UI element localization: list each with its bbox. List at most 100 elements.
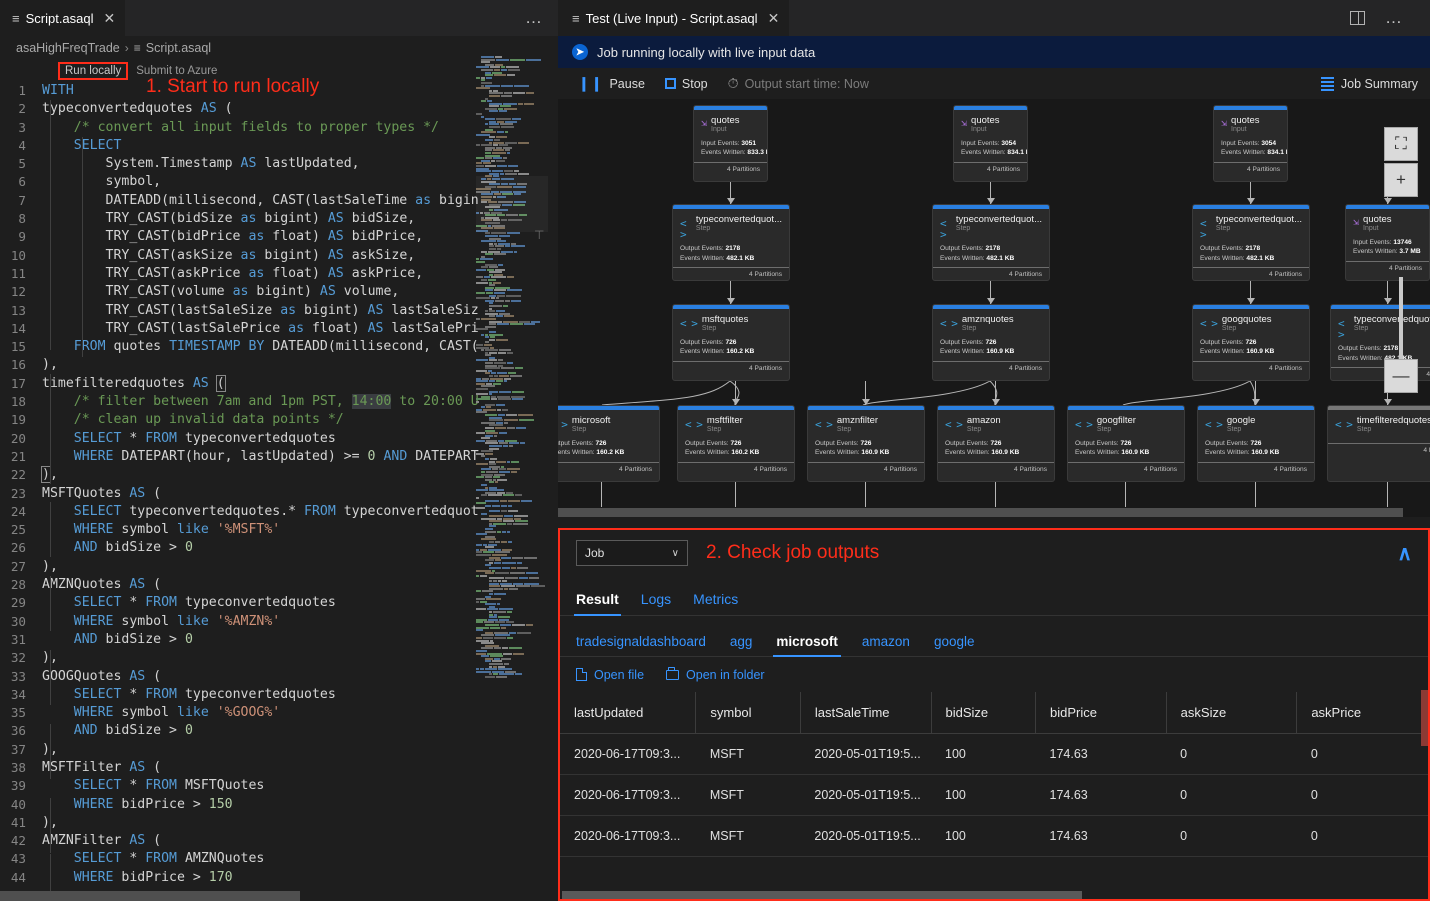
code-line[interactable]: 29 SELECT * FROM typeconvertedquotes xyxy=(0,594,558,612)
code-line[interactable]: 26 AND bidSize > 0 xyxy=(0,539,558,557)
code-line[interactable]: 34 SELECT * FROM typeconvertedquotes xyxy=(0,686,558,704)
code-line[interactable]: 7 DATEADD(millisecond, CAST(lastSaleTime… xyxy=(0,192,558,210)
code-line[interactable]: 17timefilteredquotes AS ( xyxy=(0,375,558,393)
code-line[interactable]: 44 WHERE bidPrice > 170 xyxy=(0,869,558,887)
pane-more-actions-button[interactable]: … xyxy=(1371,8,1418,28)
code-line[interactable]: 25 WHERE symbol like '%MSFT%' xyxy=(0,521,558,539)
code-line[interactable]: 43 SELECT * FROM AMZNQuotes xyxy=(0,850,558,868)
code-line[interactable]: 4 SELECT xyxy=(0,137,558,155)
code-line[interactable]: 32), xyxy=(0,649,558,667)
code-line[interactable]: 33GOOGQuotes AS ( xyxy=(0,668,558,686)
code-line[interactable]: 10 TRY_CAST(askSize as bigint) AS askSiz… xyxy=(0,247,558,265)
code-line[interactable]: 39 SELECT * FROM MSFTQuotes xyxy=(0,777,558,795)
tab-test-live-input[interactable]: ≡ Test (Live Input) - Script.asaql ✕ xyxy=(558,0,789,36)
code-editor[interactable]: 1WITH2typeconvertedquotes AS (3 /* conve… xyxy=(0,82,558,887)
column-header-bidsize[interactable]: bidSize xyxy=(931,692,1036,734)
editor-minimap[interactable]: ⊤ xyxy=(476,56,548,896)
code-line[interactable]: 38MSFTFilter AS ( xyxy=(0,759,558,777)
code-line[interactable]: 20 SELECT * FROM typeconvertedquotes xyxy=(0,430,558,448)
code-line[interactable]: 30 WHERE symbol like '%AMZN%' xyxy=(0,613,558,631)
code-line[interactable]: 24 SELECT typeconvertedquotes.* FROM typ… xyxy=(0,503,558,521)
fit-to-screen-button[interactable]: ⛶ xyxy=(1384,127,1418,161)
results-vertical-scrollbar[interactable] xyxy=(1421,690,1428,746)
diagram-node-quotes[interactable]: ⇲quotesInputInput Events: 3051Events Wri… xyxy=(693,105,768,182)
stop-button[interactable]: Stop xyxy=(657,75,716,93)
code-line[interactable]: 37), xyxy=(0,741,558,759)
close-icon[interactable]: ✕ xyxy=(104,11,116,25)
diagram-node-amazon[interactable]: < >amazonStepOutput Events: 726Events Wr… xyxy=(937,405,1055,482)
code-line[interactable]: 36 AND bidSize > 0 xyxy=(0,722,558,740)
code-line[interactable]: 41), xyxy=(0,814,558,832)
job-diagram[interactable]: < >timefilteredquotesStep4 Pa< >googleSt… xyxy=(558,99,1430,517)
code-line[interactable]: 6 symbol, xyxy=(0,173,558,191)
diagram-node-quotes[interactable]: ⇲quotesInputInput Events: 3054Events Wri… xyxy=(953,105,1028,182)
minimap-drag-handle[interactable]: ⊤ xyxy=(534,228,548,242)
editor-more-actions-button[interactable]: … xyxy=(511,0,558,36)
diagram-node-amznquotes[interactable]: < >amznquotesStepOutput Events: 726Event… xyxy=(932,304,1050,381)
code-line[interactable]: 21 WHERE DATEPART(hour, lastUpdated) >= … xyxy=(0,448,558,466)
output-tab-google[interactable]: google xyxy=(934,634,975,656)
diagram-node-msftfilter[interactable]: < >msftfilterStepOutput Events: 726Event… xyxy=(677,405,795,482)
results-tab-metrics[interactable]: Metrics xyxy=(693,591,738,615)
job-summary-button[interactable]: Job Summary xyxy=(1321,77,1418,91)
breadcrumb-root[interactable]: asaHighFreqTrade xyxy=(16,41,120,55)
column-header-symbol[interactable]: symbol xyxy=(696,692,801,734)
breadcrumb-file[interactable]: Script.asaql xyxy=(146,41,211,55)
column-header-askprice[interactable]: askPrice xyxy=(1297,692,1428,734)
code-line[interactable]: 31 AND bidSize > 0 xyxy=(0,631,558,649)
table-row[interactable]: 2020-06-17T09:3...MSFT2020-05-01T19:5...… xyxy=(560,775,1428,816)
close-icon[interactable]: ✕ xyxy=(768,11,780,25)
diagram-node-amznfilter[interactable]: < >amznfilterStepOutput Events: 726Event… xyxy=(807,405,925,482)
code-line[interactable]: 22), xyxy=(0,466,558,484)
code-line[interactable]: 18 /* filter between 7am and 1pm PST, 14… xyxy=(0,393,558,411)
code-line[interactable]: 3 /* convert all input fields to proper … xyxy=(0,119,558,137)
diagram-node-quotes[interactable]: ⇲quotesInputInput Events: 3054Events Wri… xyxy=(1213,105,1288,182)
diagram-node-google[interactable]: < >googleStepOutput Events: 726Events Wr… xyxy=(1197,405,1315,482)
code-line[interactable]: 2typeconvertedquotes AS ( xyxy=(0,100,558,118)
code-line[interactable]: 16), xyxy=(0,356,558,374)
code-line[interactable]: 28AMZNQuotes AS ( xyxy=(0,576,558,594)
diagram-horizontal-scrollbar[interactable] xyxy=(558,508,1430,517)
code-line[interactable]: 42AMZNFilter AS ( xyxy=(0,832,558,850)
scrollbar-thumb[interactable] xyxy=(0,891,300,901)
code-line[interactable]: 19 /* clean up invalid data points */ xyxy=(0,411,558,429)
code-line[interactable]: 11 TRY_CAST(askPrice as float) AS askPri… xyxy=(0,265,558,283)
diagram-node-googfilter[interactable]: < >googfilterStepOutput Events: 726Event… xyxy=(1067,405,1185,482)
collapse-panel-button[interactable]: ∧ xyxy=(1397,541,1412,566)
results-horizontal-scrollbar[interactable] xyxy=(560,891,1428,899)
results-tab-result[interactable]: Result xyxy=(576,591,619,615)
output-start-time-button[interactable]: ⏱ Output start time: Now xyxy=(720,73,877,94)
code-line[interactable]: 8 TRY_CAST(bidSize as bigint) AS bidSize… xyxy=(0,210,558,228)
diagram-node-typeconvertedquot[interactable]: < >typeconvertedquot...StepOutput Events… xyxy=(672,204,790,281)
output-tab-amazon[interactable]: amazon xyxy=(862,634,910,656)
code-line[interactable]: 9 TRY_CAST(bidPrice as float) AS bidPric… xyxy=(0,228,558,246)
diagram-node-quotes[interactable]: ⇲quotesInputInput Events: 13746Events Wr… xyxy=(1345,204,1430,281)
run-locally-codelens-button[interactable]: Run locally xyxy=(58,62,128,80)
diagram-node-msftquotes[interactable]: < >msftquotesStepOutput Events: 726Event… xyxy=(672,304,790,381)
open-file-button[interactable]: Open file xyxy=(576,668,644,682)
code-line[interactable]: 40 WHERE bidPrice > 150 xyxy=(0,796,558,814)
code-line[interactable]: 27), xyxy=(0,558,558,576)
scope-select[interactable]: Job ∨ xyxy=(576,540,688,566)
output-tab-tradesignaldashboard[interactable]: tradesignaldashboard xyxy=(576,634,706,656)
code-line[interactable]: 13 TRY_CAST(lastSaleSize as bigint) AS l… xyxy=(0,302,558,320)
diagram-node-microsoft[interactable]: < >microsoftStepOutput Events: 726Events… xyxy=(558,405,660,482)
column-header-bidprice[interactable]: bidPrice xyxy=(1036,692,1167,734)
code-line[interactable]: 23MSFTQuotes AS ( xyxy=(0,485,558,503)
diagram-node-typeconvertedquot[interactable]: < >typeconvertedquot...StepOutput Events… xyxy=(932,204,1050,281)
table-row[interactable]: 2020-06-17T09:3...MSFT2020-05-01T19:5...… xyxy=(560,734,1428,775)
code-line[interactable]: 12 TRY_CAST(volume as bigint) AS volume, xyxy=(0,283,558,301)
scrollbar-thumb[interactable] xyxy=(562,891,1082,899)
scrollbar-thumb[interactable] xyxy=(558,508,1403,517)
code-line[interactable]: 5 System.Timestamp AS lastUpdated, xyxy=(0,155,558,173)
column-header-lastupdated[interactable]: lastUpdated xyxy=(560,692,696,734)
split-editor-icon[interactable] xyxy=(1350,11,1365,25)
diagram-node-timefilteredquotes[interactable]: < >timefilteredquotesStep4 Pa xyxy=(1327,405,1430,482)
code-line[interactable]: 15 FROM quotes TIMESTAMP BY DATEADD(mill… xyxy=(0,338,558,356)
output-tab-microsoft[interactable]: microsoft xyxy=(776,634,838,656)
table-row[interactable]: 2020-06-17T09:3...MSFT2020-05-01T19:5...… xyxy=(560,816,1428,857)
open-folder-button[interactable]: Open in folder xyxy=(666,668,765,682)
zoom-in-button[interactable]: + xyxy=(1384,163,1418,197)
output-tab-agg[interactable]: agg xyxy=(730,634,753,656)
column-header-lastsaletime[interactable]: lastSaleTime xyxy=(800,692,931,734)
